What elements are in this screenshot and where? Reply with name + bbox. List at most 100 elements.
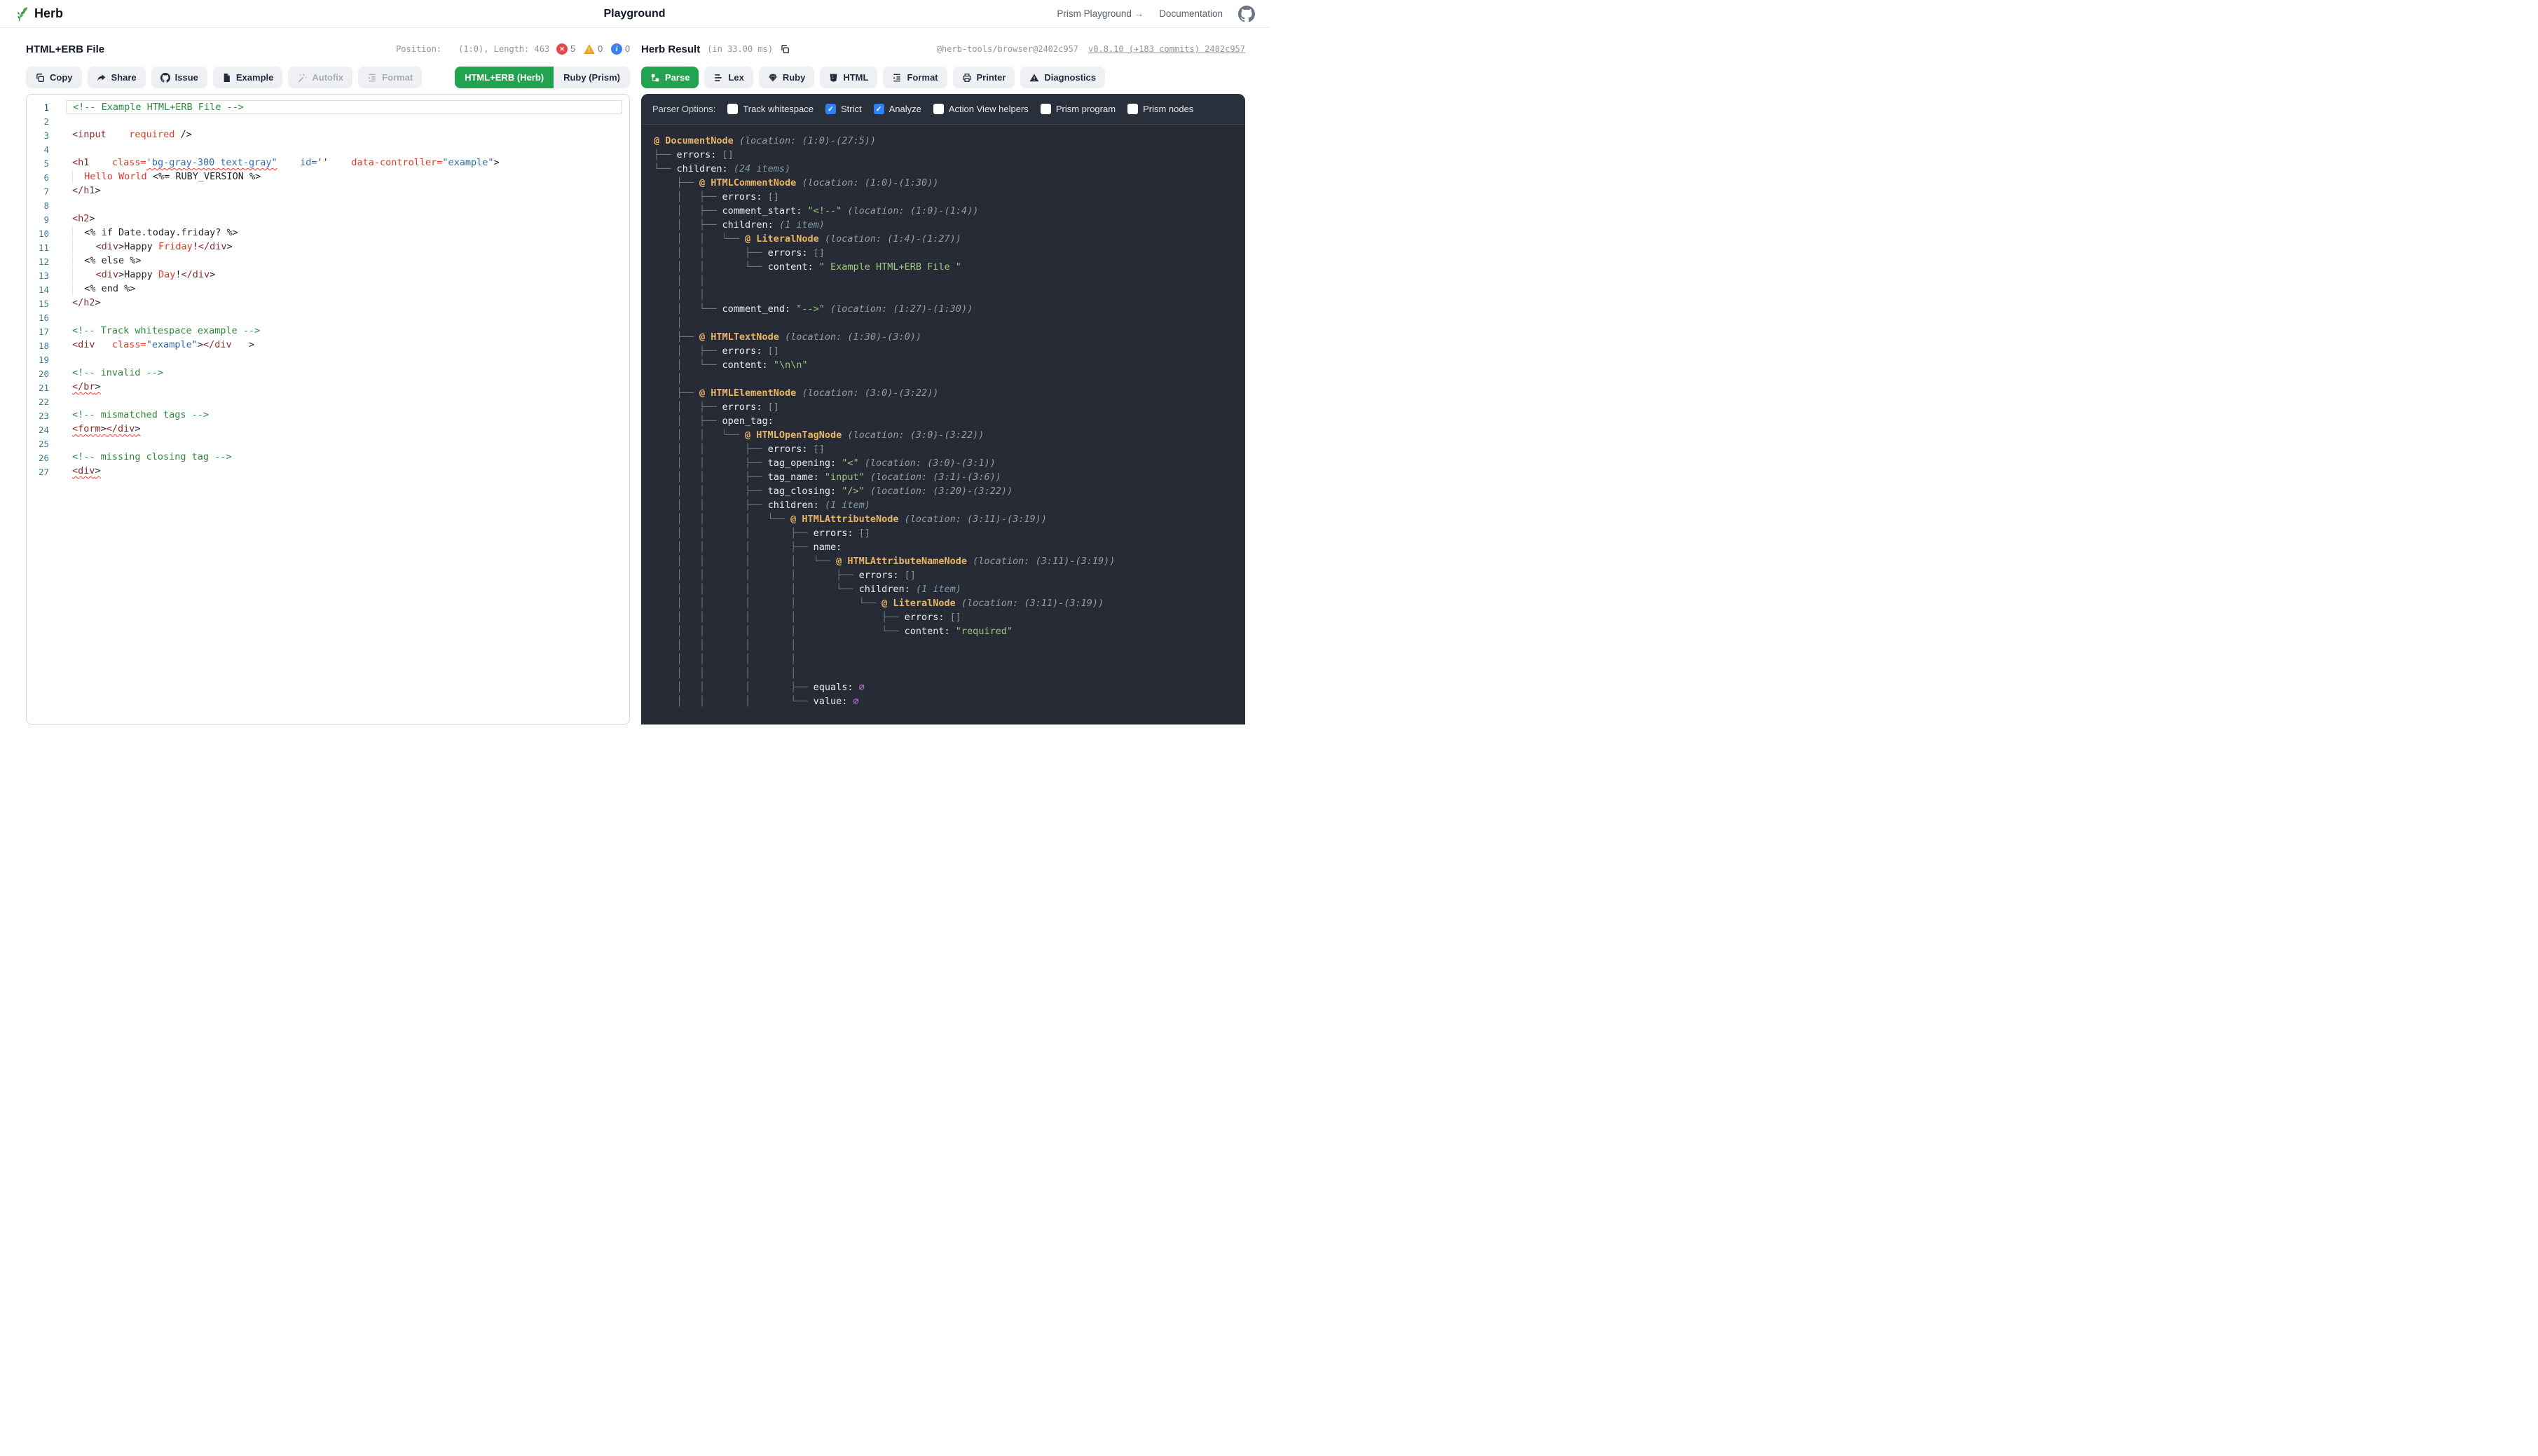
ast-tree-row: │ │ │ │ [654,638,1233,652]
option-analyze[interactable]: Analyze [874,104,921,114]
ast-tree-row: ├── @ HTMLCommentNode (location: (1:0)-(… [654,176,1233,190]
editor-line[interactable]: 15</h2> [27,296,629,310]
result-toolbar: Parse Lex Ruby HTML Format Printer [641,67,1245,88]
tab-html-erb-herb[interactable]: HTML+ERB (Herb) [455,67,554,88]
ast-tree-row: │ │ │ │ └── content: "required" [654,624,1233,638]
editor-line[interactable]: 9<h2> [27,212,629,226]
diagnostics-button[interactable]: Diagnostics [1020,67,1105,88]
line-number: 9 [27,214,57,225]
editor-line[interactable]: 6 Hello World <%= RUBY_VERSION %> [27,170,629,184]
brand[interactable]: Herb [14,6,63,22]
line-number: 2 [27,116,57,127]
editor-line[interactable]: 21</br> [27,380,629,394]
editor-line[interactable]: 7</h1> [27,184,629,198]
line-number: 21 [27,383,57,393]
checkbox[interactable] [1127,104,1138,114]
github-issue-icon [160,73,170,83]
editor-line[interactable]: 17<!-- Track whitespace example --> [27,324,629,338]
line-number: 14 [27,284,57,295]
ast-tree-row: │ ├── children: (1 item) [654,218,1233,232]
editor-line[interactable]: 18<div class="example"></div > [27,338,629,352]
format-button[interactable]: Format [358,67,422,88]
checkbox[interactable] [1041,104,1051,114]
share-icon [97,73,107,83]
documentation-link[interactable]: Documentation [1159,8,1223,19]
editor-line[interactable]: 16 [27,310,629,324]
line-number: 1 [27,102,57,113]
share-button[interactable]: Share [88,67,146,88]
editor-line[interactable]: 13 <div>Happy Day!</div> [27,268,629,282]
checkbox[interactable] [825,104,836,114]
ast-tree-row: @ DocumentNode (location: (1:0)-(27:5)) [654,134,1233,148]
format-indent-icon [367,73,377,83]
editor-line[interactable]: 24<form></div> [27,423,629,437]
editor-line[interactable]: 25 [27,437,629,451]
position-label: Position: [396,44,441,54]
timing-label: (in 33.00 ms) [707,44,773,54]
autofix-button[interactable]: Autofix [288,67,352,88]
editor-line[interactable]: 10 <% if Date.today.friday? %> [27,226,629,240]
line-number: 17 [27,327,57,337]
checkbox[interactable] [727,104,738,114]
ast-tree-row: │ │ │ ├── name: [654,540,1233,554]
copy-icon [35,73,45,83]
issue-button[interactable]: Issue [151,67,207,88]
editor-line[interactable]: 12 <% else %> [27,254,629,268]
editor-line[interactable]: 5<h1 class='bg-gray-300 text-gray" id=''… [27,156,629,170]
ast-tree[interactable]: @ DocumentNode (location: (1:0)-(27:5))├… [641,125,1245,724]
editor-line[interactable]: 19 [27,352,629,366]
html-button[interactable]: HTML [820,67,877,88]
editor-line[interactable]: 20<!-- invalid --> [27,366,629,380]
line-number: 3 [27,130,57,141]
right-panel-title: Herb Result [641,43,700,55]
checkbox[interactable] [933,104,944,114]
line-number: 22 [27,397,57,407]
editor-line[interactable]: 8 [27,198,629,212]
option-action-view-helpers[interactable]: Action View helpers [933,104,1029,114]
ast-tree-row: └── children: (24 items) [654,162,1233,176]
ast-tree-row: ├── errors: [] [654,148,1233,162]
ast-tree-row: │ │ ├── tag_opening: "<" (location: (3:0… [654,456,1233,470]
ast-tree-row: │ └── comment_end: "-->" (location: (1:2… [654,302,1233,316]
ast-tree-row: │ │ │ │ └── @ LiteralNode (location: (3:… [654,596,1233,610]
prism-playground-link[interactable]: Prism Playground → [1057,8,1144,19]
editor-line[interactable]: 2 [27,114,629,128]
error-count-badge: ✕ 5 [556,43,575,55]
copy-result-icon[interactable] [780,44,790,54]
ast-tree-row: ├── @ HTMLTextNode (location: (1:30)-(3:… [654,330,1233,344]
format-indent-icon [892,73,902,83]
ast-tree-row: │ │ [654,288,1233,302]
editor-line[interactable]: 11 <div>Happy Friday!</div> [27,240,629,254]
editor-line[interactable]: 14 <% end %> [27,282,629,296]
editor-line[interactable]: 26<!-- missing closing tag --> [27,451,629,465]
lex-button[interactable]: Lex [704,67,753,88]
example-button[interactable]: Example [213,67,282,88]
version-link[interactable]: v0.8.10 (+183 commits) 2402c957 [1088,44,1245,54]
editor-line[interactable]: 1<!-- Example HTML+ERB File --> [27,100,629,114]
ast-tree-row: │ │ └── @ HTMLOpenTagNode (location: (3:… [654,428,1233,442]
option-track-whitespace[interactable]: Track whitespace [727,104,814,114]
parse-button[interactable]: Parse [641,67,699,88]
editor-line[interactable]: 27<div> [27,465,629,479]
result-format-button[interactable]: Format [883,67,947,88]
copy-button[interactable]: Copy [26,67,82,88]
editor-line[interactable]: 3<input required /> [27,128,629,142]
option-strict[interactable]: Strict [825,104,862,114]
line-number: 8 [27,200,57,211]
editor-line[interactable]: 22 [27,394,629,408]
ruby-button[interactable]: Ruby [759,67,815,88]
github-icon[interactable] [1238,6,1255,22]
printer-button[interactable]: Printer [953,67,1015,88]
editor-line[interactable]: 4 [27,142,629,156]
left-panel-title: HTML+ERB File [26,43,104,55]
code-editor[interactable]: 1<!-- Example HTML+ERB File --> 23<input … [26,94,630,724]
tab-ruby-prism[interactable]: Ruby (Prism) [554,67,630,88]
checkbox[interactable] [874,104,884,114]
parser-options-label: Parser Options: [652,104,715,114]
option-prism-nodes[interactable]: Prism nodes [1127,104,1193,114]
line-number: 16 [27,313,57,323]
editor-line[interactable]: 23<!-- mismatched tags --> [27,408,629,423]
option-prism-program[interactable]: Prism program [1041,104,1116,114]
gem-icon [768,73,778,83]
ast-tree-row: │ └── content: "\n\n" [654,358,1233,372]
